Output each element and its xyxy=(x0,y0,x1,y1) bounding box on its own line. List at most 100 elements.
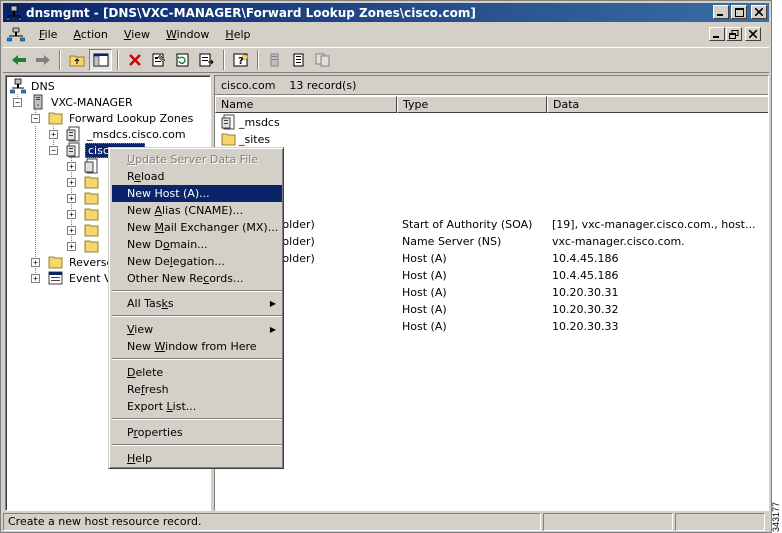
tree-collapse-server[interactable]: − xyxy=(13,98,22,107)
server-button[interactable] xyxy=(263,49,286,71)
record-row[interactable] xyxy=(215,148,768,165)
tree-node-forward-lookup-zones[interactable]: Forward Lookup Zones xyxy=(48,110,195,126)
tree-expand-child[interactable]: + xyxy=(67,226,76,235)
folder-open-icon xyxy=(48,112,63,125)
status-panel-3 xyxy=(675,513,765,531)
tree-expand-child[interactable]: + xyxy=(67,194,76,203)
show-hide-console-tree-button[interactable] xyxy=(89,49,112,71)
record-row[interactable]: parent folder)Host (A)10.4.45.186 xyxy=(215,250,768,267)
record-row[interactable]: Host (A) 10.20.30.31 xyxy=(215,284,768,301)
title-bar[interactable]: dnsmgmt - [DNS\VXC-MANAGER\Forward Looku… xyxy=(3,3,769,22)
records-button[interactable] xyxy=(287,49,310,71)
record-row[interactable]: Host (A) 10.20.30.33 xyxy=(215,318,768,335)
maximize-button[interactable] xyxy=(731,5,747,19)
window-title: dnsmgmt - [DNS\VXC-MANAGER\Forward Looku… xyxy=(26,5,476,20)
column-header-type[interactable]: Type xyxy=(397,96,547,113)
export-list-button[interactable] xyxy=(195,49,218,71)
tree-expand-event[interactable]: + xyxy=(31,274,40,283)
context-menu: Update Server Data File Reload New Host (A… xyxy=(108,147,284,469)
menu-item-help[interactable]: Help xyxy=(112,450,282,467)
menu-separator xyxy=(112,358,282,360)
close-button[interactable] xyxy=(751,5,767,19)
menu-item-new-window-from-here[interactable]: New Window from Here xyxy=(112,338,282,355)
folder-icon xyxy=(84,208,99,221)
record-row[interactable]: parent folder)Start of Authority (SOA)[1… xyxy=(215,216,768,233)
menu-item-new-domain[interactable]: New Domain... xyxy=(112,236,282,253)
minimize-button[interactable] xyxy=(713,5,729,19)
record-row[interactable]: Host (A) 10.20.30.32 xyxy=(215,301,768,318)
record-row[interactable]: _sites xyxy=(215,131,768,148)
menu-item-refresh[interactable]: Refresh xyxy=(112,381,282,398)
menu-view[interactable]: View xyxy=(116,26,158,44)
tree-collapse-cisco[interactable]: − xyxy=(49,146,58,155)
tree-expand-child[interactable]: + xyxy=(67,162,76,171)
record-data: [19], vxc-manager.cisco.com., host... xyxy=(552,218,756,231)
menu-item-all-tasks[interactable]: All Tasks ▶ xyxy=(112,295,282,312)
record-row[interactable]: _msdcs xyxy=(215,114,768,131)
tree-expand-child[interactable]: + xyxy=(67,242,76,251)
tree-node-child-folder[interactable] xyxy=(84,206,103,222)
column-header-data[interactable]: Data xyxy=(547,96,768,113)
tree-node-child-folder[interactable] xyxy=(84,174,103,190)
properties-button[interactable] xyxy=(147,49,170,71)
tree-expand-child[interactable]: + xyxy=(67,178,76,187)
delete-button[interactable] xyxy=(123,49,146,71)
menu-file[interactable]: File xyxy=(31,26,65,44)
record-row[interactable]: sZones xyxy=(215,182,768,199)
status-text: Create a new host resource record. xyxy=(3,513,541,531)
menu-item-new-host-a[interactable]: New Host (A)... xyxy=(112,185,282,202)
menu-window-rest: indow xyxy=(176,27,210,41)
menu-window[interactable]: Window xyxy=(158,26,217,44)
tree-node-msdcs-zone[interactable]: _msdcs.cisco.com xyxy=(66,126,188,142)
menu-item-new-mail-exchanger-mx[interactable]: New Mail Exchanger (MX)... xyxy=(112,219,282,236)
record-row[interactable]: parent folder)Name Server (NS)vxc-manage… xyxy=(215,233,768,250)
tree-expand-msdcs[interactable]: + xyxy=(49,130,58,139)
details-pane[interactable]: cisco.com 13 record(s) Name Type Data _m… xyxy=(214,75,769,511)
record-row[interactable] xyxy=(215,165,768,182)
record-type: Host (A) xyxy=(402,286,447,299)
mdi-minimize-button[interactable] xyxy=(709,27,725,41)
tree-node-server[interactable]: VXC-MANAGER xyxy=(30,94,135,110)
menu-item-properties[interactable]: Properties xyxy=(112,424,282,441)
menu-bar: File Action View Window Help xyxy=(3,24,769,45)
column-header-name[interactable]: Name xyxy=(215,96,397,113)
console-icon[interactable] xyxy=(7,27,25,43)
menu-item-other-new-records[interactable]: Other New Records... xyxy=(112,270,282,287)
menu-help[interactable]: Help xyxy=(217,26,258,44)
folder-icon xyxy=(84,240,99,253)
tree-node-child-zone[interactable] xyxy=(84,158,103,174)
menu-item-label: Reload xyxy=(127,170,165,183)
refresh-button[interactable] xyxy=(171,49,194,71)
menu-item-label: Update Server Data File xyxy=(127,153,259,166)
tree-node-child-folder[interactable] xyxy=(84,190,103,206)
menu-item-reload[interactable]: Reload xyxy=(112,168,282,185)
menu-item-new-alias-cname[interactable]: New Alias (CNAME)... xyxy=(112,202,282,219)
menu-item-new-delegation[interactable]: New Delegation... xyxy=(112,253,282,270)
mdi-restore-button[interactable] xyxy=(726,27,742,41)
toolbar-separator xyxy=(257,50,259,70)
record-row[interactable]: sZones xyxy=(215,199,768,216)
menu-action[interactable]: Action xyxy=(65,26,115,44)
help-button[interactable]: ? xyxy=(229,49,252,71)
tree-expand-child[interactable]: + xyxy=(67,210,76,219)
record-row[interactable]: gerHost (A)10.4.45.186 xyxy=(215,267,768,284)
up-one-level-button[interactable] xyxy=(65,49,88,71)
tree-node-child-folder[interactable] xyxy=(84,238,103,254)
menu-separator xyxy=(112,290,282,292)
mdi-close-button[interactable] xyxy=(745,27,761,41)
menu-item-export-list[interactable]: Export List... xyxy=(112,398,282,415)
tree-expand-reverse[interactable]: + xyxy=(31,258,40,267)
menu-item-view[interactable]: View ▶ xyxy=(112,321,282,338)
menu-item-label: New Host (A)... xyxy=(127,187,210,200)
copy-records-button[interactable] xyxy=(311,49,334,71)
menu-item-delete[interactable]: Delete xyxy=(112,364,282,381)
forward-button[interactable] xyxy=(31,49,54,71)
tree-collapse-fwd[interactable]: − xyxy=(31,114,40,123)
folder-up-icon xyxy=(69,55,84,67)
tree-node-child-folder[interactable] xyxy=(84,222,103,238)
menu-item-label: View xyxy=(127,323,154,336)
details-zone-name: cisco.com xyxy=(221,78,276,92)
back-button[interactable] xyxy=(7,49,30,71)
menu-item-update-server-data-file: Update Server Data File xyxy=(112,151,282,168)
menu-separator xyxy=(112,418,282,420)
